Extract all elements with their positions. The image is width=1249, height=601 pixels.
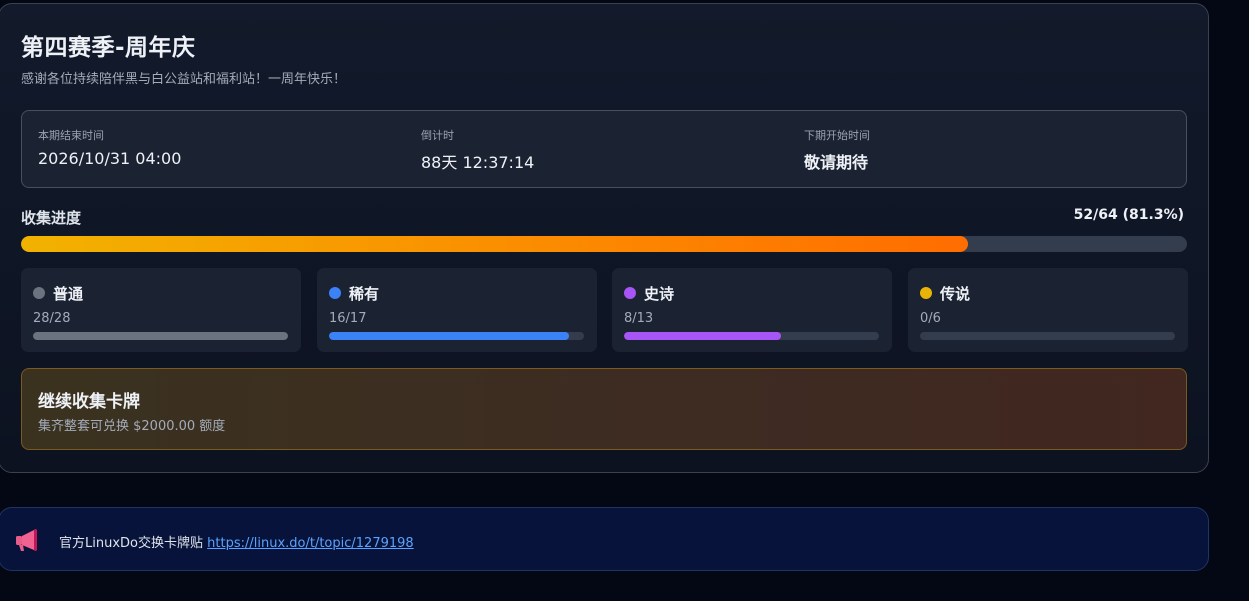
season-subtitle: 感谢各位持续陪伴黑与白公益站和福利站！一周年快乐！ <box>21 72 347 87</box>
collection-progress-bar <box>21 236 1187 252</box>
notice-bar: 官方LinuxDo交换卡牌贴 https://linux.do/t/topic/… <box>0 507 1209 571</box>
end-time-label: 本期结束时间 <box>38 129 104 142</box>
rarity-name-legendary: 传说 <box>940 285 971 303</box>
rarity-dot-epic <box>624 287 636 299</box>
notice-text: 官方LinuxDo交换卡牌贴 https://linux.do/t/topic/… <box>59 532 414 551</box>
rarity-dot-legendary <box>920 287 932 299</box>
season-card: 第四赛季-周年庆 感谢各位持续陪伴黑与白公益站和福利站！一周年快乐！ 本期结束时… <box>0 3 1209 473</box>
rarity-dot-common <box>33 287 45 299</box>
next-start-value: 敬请期待 <box>804 153 869 172</box>
reward-title: 继续收集卡牌 <box>38 392 140 412</box>
rarity-dot-rare <box>329 287 341 299</box>
rarity-count-rare: 16/17 <box>329 311 367 326</box>
reward-box: 继续收集卡牌 集齐整套可兑换 $2000.00 额度 <box>21 368 1187 450</box>
next-start-label: 下期开始时间 <box>804 129 870 142</box>
notice-label: 官方LinuxDo交换卡牌贴 <box>59 536 203 551</box>
rarity-name-rare: 稀有 <box>349 285 380 303</box>
rarity-fill-common <box>33 332 288 340</box>
rarity-count-legendary: 0/6 <box>920 311 941 326</box>
season-title: 第四赛季-周年庆 <box>21 35 196 61</box>
rarity-count-epic: 8/13 <box>624 311 654 326</box>
notice-link[interactable]: https://linux.do/t/topic/1279198 <box>207 536 414 551</box>
rarity-card-legendary: 传说 0/6 <box>908 268 1188 352</box>
collection-progress-count: 52/64 (81.3%) <box>1073 207 1184 223</box>
rarity-card-common: 普通 28/28 <box>21 268 301 352</box>
reward-description: 集齐整套可兑换 $2000.00 额度 <box>38 419 226 434</box>
countdown-section: 倒计时 88天 12:37:14 <box>421 127 534 173</box>
megaphone-icon <box>15 528 41 552</box>
rarity-name-common: 普通 <box>53 285 84 303</box>
season-info-box: 本期结束时间 2026/10/31 04:00 倒计时 88天 12:37:14… <box>21 110 1187 188</box>
next-start-section: 下期开始时间 敬请期待 <box>804 127 870 173</box>
countdown-label: 倒计时 <box>421 129 454 142</box>
rarity-fill-rare <box>329 332 569 340</box>
end-time-value: 2026/10/31 04:00 <box>38 149 182 168</box>
rarity-progress-epic <box>624 332 879 340</box>
rarity-name-epic: 史诗 <box>644 285 675 303</box>
rarity-progress-legendary <box>920 332 1175 340</box>
rarity-card-epic: 史诗 8/13 <box>612 268 892 352</box>
rarity-count-common: 28/28 <box>33 311 71 326</box>
rarity-progress-common <box>33 332 288 340</box>
rarity-fill-epic <box>624 332 781 340</box>
collection-progress-fill <box>21 236 969 252</box>
end-time-section: 本期结束时间 2026/10/31 04:00 <box>38 127 181 168</box>
rarity-progress-rare <box>329 332 584 340</box>
rarity-card-rare: 稀有 16/17 <box>317 268 597 352</box>
countdown-value: 88天 12:37:14 <box>421 153 535 172</box>
collection-progress-label: 收集进度 <box>21 209 82 227</box>
